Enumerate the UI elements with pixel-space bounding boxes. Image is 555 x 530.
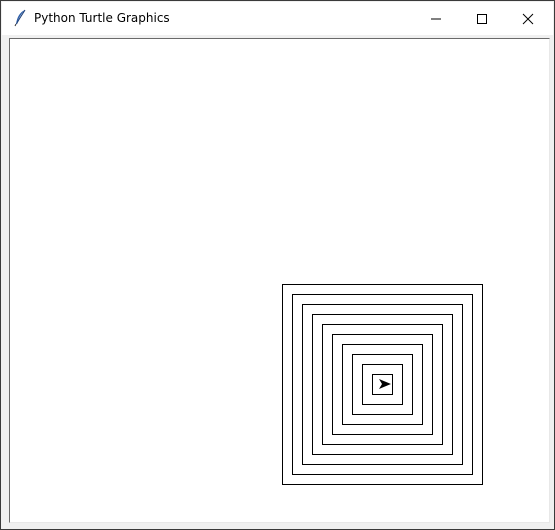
turtle-canvas[interactable]	[9, 38, 550, 523]
drawing-canvas	[282, 284, 483, 485]
maximize-button[interactable]	[459, 2, 505, 35]
turtle-arrow-icon	[379, 379, 391, 389]
window-title: Python Turtle Graphics	[34, 11, 170, 25]
close-icon	[522, 13, 534, 24]
feather-icon	[14, 9, 26, 27]
minimize-button[interactable]	[413, 2, 459, 35]
title-bar[interactable]: Python Turtle Graphics	[2, 2, 553, 35]
maximize-icon	[477, 13, 487, 24]
turtle-window: Python Turtle Graphics	[0, 0, 555, 530]
turtle-arrow	[379, 379, 391, 389]
close-button[interactable]	[505, 2, 551, 35]
minimize-icon	[431, 18, 441, 19]
